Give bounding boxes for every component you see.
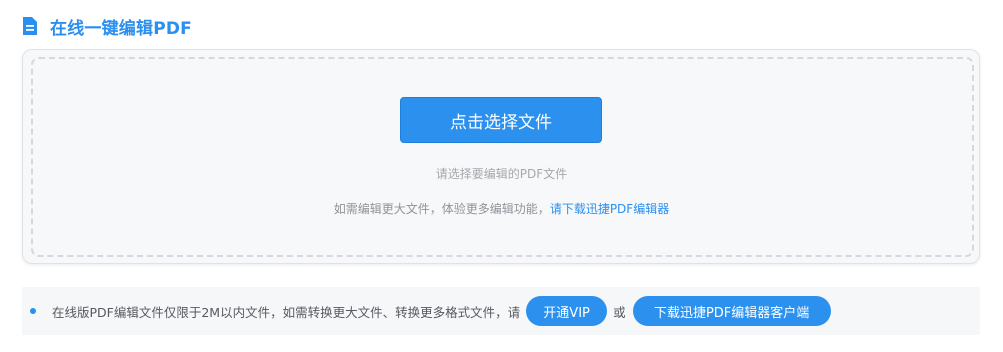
- open-vip-button[interactable]: 开通VIP: [526, 296, 608, 326]
- notice-bar: 在线版PDF编辑文件仅限于2M以内文件，如需转换更大文件、转换更多格式文件，请 …: [22, 287, 980, 335]
- upload-dropzone[interactable]: [31, 57, 974, 257]
- upload-more-hint: 如需编辑更大文件，体验更多编辑功能，请下载迅捷PDF编辑器: [0, 200, 1003, 217]
- document-icon: [23, 17, 37, 35]
- bullet-dot-icon: [30, 308, 36, 314]
- select-file-button[interactable]: 点击选择文件: [400, 97, 602, 143]
- notice-text: 在线版PDF编辑文件仅限于2M以内文件，如需转换更大文件、转换更多格式文件，请: [52, 304, 521, 320]
- page-header: 在线一键编辑PDF: [22, 14, 192, 39]
- or-text: 或: [613, 304, 626, 320]
- upload-hint: 请选择要编辑的PDF文件: [435, 167, 568, 181]
- upload-panel: [22, 49, 980, 264]
- download-client-button[interactable]: 下载迅捷PDF编辑器客户端: [632, 296, 831, 326]
- upload-more-text: 如需编辑更大文件，体验更多编辑功能，: [333, 202, 550, 216]
- download-editor-link[interactable]: 请下载迅捷PDF编辑器: [550, 202, 669, 216]
- page-title: 在线一键编辑PDF: [50, 18, 192, 39]
